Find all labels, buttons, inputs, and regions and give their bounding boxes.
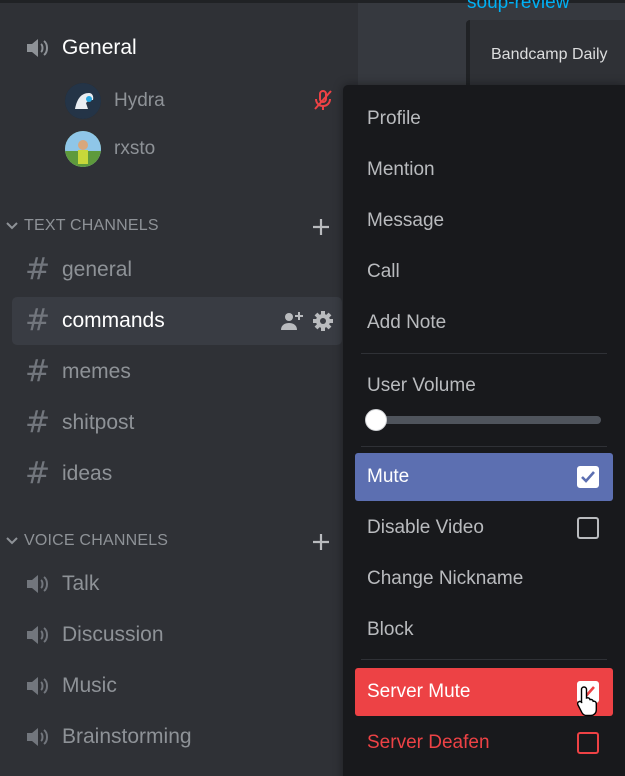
speaker-icon [24,674,50,698]
speaker-icon [24,572,50,596]
category-voice-channels[interactable]: VOICE CHANNELS [6,532,168,550]
menu-item-server-deafen[interactable]: Server Deafen [355,719,613,767]
channel-name: general [62,258,133,281]
hash-icon: # [25,456,51,491]
disable-video-label: Disable Video [367,517,484,538]
menu-item-server-mute[interactable]: Server Mute [355,668,613,716]
menu-item-mention[interactable]: Mention [355,146,613,194]
channel-shitpost[interactable]: # shitpost [12,399,342,447]
voice-channel-talk[interactable]: Talk [24,572,99,596]
mute-checkbox[interactable] [577,466,599,488]
channel-name: Discussion [62,623,164,646]
voice-channel-name: General [62,36,137,59]
menu-item-block[interactable]: Block [355,606,613,654]
gear-icon[interactable] [312,310,334,332]
plus-icon[interactable] [310,531,332,553]
menu-item-add-note[interactable]: Add Note [355,299,613,347]
server-mute-label: Server Mute [367,681,471,702]
menu-item-profile[interactable]: Profile [355,95,613,143]
channel-name: shitpost [62,411,135,434]
hash-icon: # [25,303,51,338]
mic-muted-icon [312,88,334,112]
menu-item-disable-video[interactable]: Disable Video [355,504,613,552]
voice-user-name: Hydra [114,90,165,111]
hash-icon: # [25,354,51,389]
disable-video-checkbox[interactable] [577,517,599,539]
channel-general[interactable]: # general [12,246,342,294]
embed-title[interactable]: Bandcamp Daily [491,46,608,64]
checkmark-icon [581,471,595,483]
link-embed: Bandcamp Daily [466,20,625,90]
speaker-icon [24,623,50,647]
menu-divider [361,353,607,354]
channel-commands[interactable]: # commands [12,297,342,345]
user-volume-label: User Volume [367,375,476,396]
channel-name: Talk [62,572,100,595]
avatar [65,131,101,167]
voice-channel-general[interactable]: General [24,36,137,60]
voice-user-name: rxsto [114,138,156,159]
slider-handle[interactable] [365,409,387,431]
channel-name: ideas [62,462,113,485]
channel-ideas[interactable]: # ideas [12,450,342,498]
hand-cursor-icon [576,686,597,717]
menu-divider [361,446,607,447]
voice-user-rxsto[interactable]: rxsto [65,131,155,167]
voice-channel-discussion[interactable]: Discussion [24,623,164,647]
menu-item-change-nickname[interactable]: Change Nickname [355,555,613,603]
speaker-icon [24,725,50,749]
menu-item-message[interactable]: Message [355,197,613,245]
channel-link[interactable]: soup-review [467,0,569,14]
category-label: TEXT CHANNELS [24,217,159,234]
server-deafen-checkbox[interactable] [577,732,599,754]
mute-label: Mute [367,466,410,487]
user-volume-slider[interactable] [375,416,601,424]
user-context-menu: Profile Mention Message Call Add Note Us… [343,85,625,776]
channel-name: commands [62,309,165,332]
menu-item-mute[interactable]: Mute [355,453,613,501]
channel-name: Music [62,674,117,697]
hash-icon: # [25,405,51,440]
category-text-channels[interactable]: TEXT CHANNELS [6,217,159,235]
add-member-icon[interactable] [280,310,304,332]
menu-item-call[interactable]: Call [355,248,613,296]
chevron-down-icon [6,222,18,230]
hash-icon: # [25,252,51,287]
channel-name: memes [62,360,131,383]
plus-icon[interactable] [310,216,332,238]
voice-user-hydra[interactable]: Hydra [65,83,165,119]
menu-divider [361,659,607,660]
category-label: VOICE CHANNELS [24,532,169,549]
voice-channel-brainstorming[interactable]: Brainstorming [24,725,192,749]
server-deafen-label: Server Deafen [367,732,490,753]
avatar [65,83,101,119]
voice-channel-music[interactable]: Music [24,674,117,698]
chevron-down-icon [6,537,18,545]
channel-memes[interactable]: # memes [12,348,342,396]
channel-name: Brainstorming [62,725,192,748]
speaker-icon [24,36,50,60]
